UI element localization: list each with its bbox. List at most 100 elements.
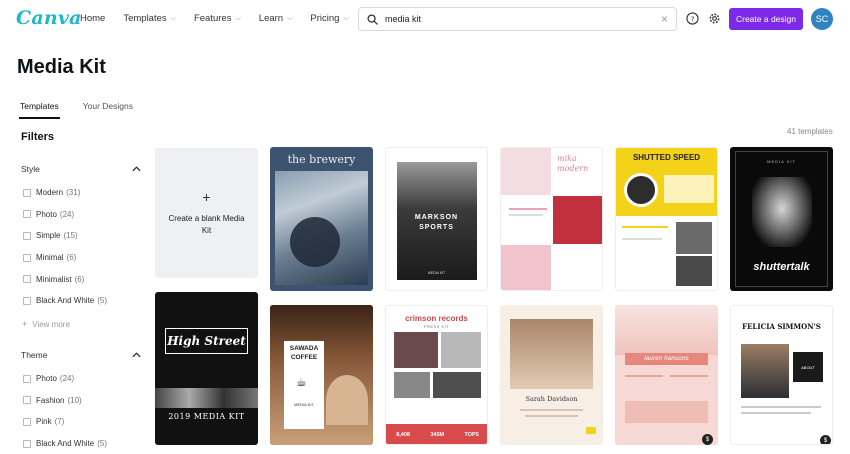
text-block [664,175,714,203]
template-card-mika-modern[interactable]: mika modern [500,147,603,291]
template-subtitle: 2019 MEDIA KIT [168,412,245,421]
style-filter-list: Modern (31) Photo (24) Simple (15) Minimal(… [23,182,107,312]
template-card-markson-sports[interactable]: MARKSON SPORTS MEDIA KIT [385,147,488,291]
filter-checkbox[interactable]: Simple (15) [23,225,107,247]
chevron-down-icon: ⌵ [170,14,176,22]
checkbox[interactable] [23,275,31,284]
nav-learn[interactable]: Learn ⌵ [259,13,293,24]
template-photo [510,319,593,389]
template-title: the brewery [287,153,356,166]
text-line [622,238,662,240]
template-block [553,245,602,290]
filter-checkbox[interactable]: Black And White (5) [23,290,107,312]
svg-text:?: ? [690,14,694,23]
chevron-up-icon [132,166,141,172]
filter-checkbox[interactable]: Fashion (10) [23,390,107,412]
page-title: Media Kit [17,56,106,78]
filter-checkbox[interactable]: Minimalist (6) [23,268,107,290]
template-card-sawada-coffee[interactable]: SAWADA COFFEE ☕ MEDIA KIT [270,305,373,445]
chevron-up-icon [132,352,141,358]
template-photo [394,372,430,398]
theme-section-header[interactable]: Theme [21,350,141,360]
checkbox[interactable] [23,417,31,426]
create-blank-card[interactable]: + Create a blank Media Kit [155,148,258,278]
template-title: shuttertalk [753,261,810,273]
template-photo [326,375,368,425]
view-more-link[interactable]: + View more [22,319,70,329]
template-card-shuttertalk[interactable]: MEDIA KIT shuttertalk [730,147,833,291]
template-caption: MEDIA KIT [427,271,446,275]
template-card-crimson-records[interactable]: crimson records PRESS KIT 8,408 345M TOP… [385,305,488,445]
crown-icon [586,427,596,434]
filter-checkbox[interactable]: Photo (24) [23,368,107,390]
filter-checkbox[interactable]: Photo (24) [23,204,107,226]
tab-templates[interactable]: Templates [19,101,60,119]
plus-icon: + [22,319,28,329]
tabs: Templates Your Designs [19,101,157,119]
search-bar: × [358,7,677,31]
template-title: mika [557,154,577,163]
top-bar: Canva Home Templates ⌵ Features ⌵ Learn ⌵ P… [0,0,850,38]
style-section-header[interactable]: Style [21,164,141,174]
filter-checkbox[interactable]: Pink (7) [23,411,107,433]
template-title: lauren hansons [644,355,689,362]
nav-templates[interactable]: Templates ⌵ [123,13,176,24]
about-box: ABOUT [793,352,823,382]
text-line [520,409,583,411]
template-title: High Street [167,334,246,348]
template-photo [155,388,258,408]
template-title: Sarah Davidson [525,395,578,403]
checkbox[interactable] [23,253,31,262]
nav-features[interactable]: Features ⌵ [194,13,241,24]
checkbox[interactable] [23,374,31,383]
nav-home[interactable]: Home [80,13,105,24]
checkbox[interactable] [23,296,31,305]
create-design-button[interactable]: Create a design [729,8,803,30]
template-block [625,401,708,423]
help-icon[interactable]: ? [685,11,699,25]
template-card-felicia-simmons[interactable]: FELICIA SIMMON'S ABOUT $ [730,305,833,445]
template-photo [553,196,602,244]
clear-search-icon[interactable]: × [661,12,668,26]
plus-icon: + [202,189,211,205]
template-card-lauren-hansons[interactable]: lauren hansons $ [615,305,718,445]
template-block [501,245,551,290]
chevron-down-icon: ⌵ [343,14,349,22]
checkbox[interactable] [23,231,31,240]
search-input[interactable] [385,14,657,24]
checkbox[interactable] [23,396,31,405]
template-title: MARKSON [414,214,459,221]
chevron-down-icon: ⌵ [287,14,293,22]
template-photo [394,332,438,368]
template-photo [397,162,477,280]
text-line [741,406,821,408]
checkbox[interactable] [23,439,31,448]
text-line [625,375,663,377]
template-card-shutted-speed[interactable]: SHUTTED SPEED [615,147,718,291]
tab-your-designs[interactable]: Your Designs [83,101,133,119]
coffee-cup-image [290,217,340,267]
template-card-high-street[interactable]: High Street 2019 MEDIA KIT [155,292,258,445]
template-photo [501,148,551,195]
checkbox[interactable] [23,188,31,197]
text-line [622,226,668,228]
filter-checkbox[interactable]: Black And White (5) [23,433,107,454]
main-nav: Home Templates ⌵ Features ⌵ Learn ⌵ Pricing… [80,13,367,24]
template-card-sarah-davidson[interactable]: Sarah Davidson [500,305,603,445]
template-photo [676,256,712,286]
result-count: 41 templates [787,127,833,136]
filter-checkbox[interactable]: Minimal (6) [23,247,107,269]
gear-icon[interactable] [707,11,721,25]
template-title: crimson records [405,314,468,323]
avatar[interactable]: SC [811,8,833,30]
chevron-down-icon: ⌵ [235,14,241,22]
template-card-the-brewery[interactable]: the brewery [270,147,373,291]
nav-pricing[interactable]: Pricing ⌵ [310,13,348,24]
text-line [509,214,543,216]
template-photo [676,222,712,254]
checkbox[interactable] [23,210,31,219]
canva-logo[interactable]: Canva [16,7,82,29]
template-title: FELICIA SIMMON'S [742,322,821,331]
template-photo [615,305,718,355]
filter-checkbox[interactable]: Modern (31) [23,182,107,204]
